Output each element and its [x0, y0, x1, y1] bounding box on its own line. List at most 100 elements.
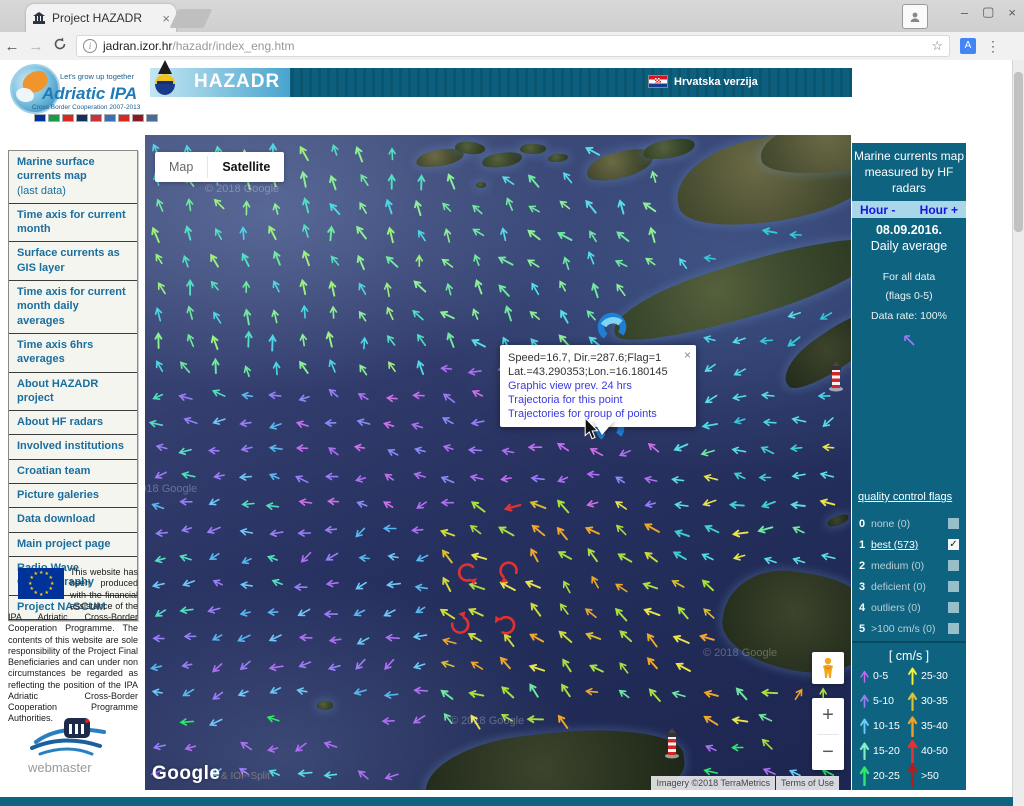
sidebar-item-daily-averages[interactable]: Time axis for current month daily averag… [9, 281, 137, 334]
panel-date: 08.09.2016. [852, 223, 966, 237]
forward-button[interactable]: → [24, 38, 48, 55]
tab-title: Project HAZADR [52, 11, 158, 25]
eu-disclaimer: ★★★★★★★★★★★★ This website has been produ… [8, 567, 138, 725]
sidebar-item-data-download[interactable]: Data download [9, 508, 137, 532]
page-scrollbar[interactable] [1012, 60, 1024, 806]
hour-minus-link[interactable]: Hour - [860, 203, 895, 217]
selected-point-marker [592, 307, 632, 347]
terms-of-use-link[interactable]: Terms of Use [776, 776, 839, 790]
favicon-icon [32, 11, 46, 25]
hour-plus-link[interactable]: Hour + [920, 203, 958, 217]
legend-row-0: 0-525-30 [852, 663, 966, 688]
legend-row-4: 20-25>50 [852, 763, 966, 788]
page-info-icon[interactable]: i [83, 39, 97, 53]
sidebar-item-croatian-team[interactable]: Croatian team [9, 460, 137, 484]
legend-arrow-icon [858, 669, 871, 683]
legend-row-2: 10-1535-40 [852, 713, 966, 738]
logo-subtitle: Cross Border Cooperation 2007-2013 [32, 104, 140, 111]
imagery-credit: Imagery ©2018 TerraMetrics [651, 776, 775, 790]
flag-row-5: 5>100 cm/s (0) [852, 618, 966, 639]
flag-checkbox-4[interactable] [948, 602, 959, 613]
flag-checkbox-1[interactable]: ✓ [948, 539, 959, 550]
mouse-cursor-icon [583, 418, 599, 440]
language-link: Hrvatska verzija [674, 76, 758, 88]
partner-credit: & IOF-Split [221, 771, 270, 782]
pegman-control[interactable] [812, 652, 844, 684]
url-field[interactable]: i jadran.izor.hr/hazadr/index_eng.htm ☆ [76, 35, 950, 57]
speed-legend: [ cm/s ] 0-525-30 5-1030-35 10-1535-40 1… [852, 641, 966, 792]
address-bar: ← → i jadran.izor.hr/hazadr/index_eng.ht… [0, 32, 1024, 61]
map-watermark: © 2018 Google [450, 715, 524, 727]
reload-icon [53, 37, 67, 51]
sidebar-menu: Marine surface currents map(last data) T… [8, 150, 138, 621]
profile-button[interactable] [902, 4, 928, 29]
sidebar-item-about-hf-radars[interactable]: About HF radars [9, 411, 137, 435]
logo-title: Adriatic IPA [42, 84, 137, 104]
sidebar-item-gis-layer[interactable]: Surface currents as GIS layer [9, 242, 137, 281]
scrollbar-thumb[interactable] [1014, 72, 1023, 232]
logo-tagline: Let's grow up together [60, 72, 134, 81]
map-attribution: Imagery ©2018 TerraMetrics Terms of Use [651, 776, 839, 790]
zoom-in-button[interactable]: + [812, 698, 844, 734]
popup-link-trajectoria[interactable]: Trajectoria for this point [508, 393, 688, 407]
reload-button[interactable] [48, 37, 72, 55]
sidebar-item-involved-institutions[interactable]: Involved institutions [9, 435, 137, 459]
legend-arrow-icon [906, 691, 919, 711]
quality-control-flags-link[interactable]: quality control flags [858, 491, 952, 503]
legend-title: [ cm/s ] [852, 649, 966, 663]
language-switch[interactable]: Hrvatska verzija [648, 75, 758, 88]
legend-arrow-icon [858, 741, 871, 760]
zoom-out-button[interactable]: − [812, 735, 844, 771]
country-flags [34, 114, 158, 122]
legend-arrow-icon [906, 763, 919, 788]
browser-menu-icon[interactable]: ⋮ [986, 38, 1000, 55]
info-window: × Speed=16.7, Dir.=287.6;Flag=1 Lat.=43.… [500, 345, 696, 427]
sidebar-item-about-hazadr[interactable]: About HAZADR project [9, 373, 137, 412]
map-type-control: Map Satellite [155, 152, 284, 182]
legend-row-3: 15-2040-50 [852, 738, 966, 763]
flag-checkbox-2[interactable] [948, 560, 959, 571]
minimize-button[interactable]: – [961, 5, 968, 20]
browser-tab-bar: Project HAZADR × – ▢ × [0, 0, 1024, 32]
maximize-button[interactable]: ▢ [982, 4, 994, 20]
sidebar-item-picture-galeries[interactable]: Picture galeries [9, 484, 137, 508]
adriatic-ipa-logo[interactable]: Let's grow up together Adriatic IPA Cros… [8, 62, 140, 128]
hour-navigation: Hour - Hour + [852, 201, 966, 218]
map-view-button[interactable]: Map [155, 152, 207, 182]
sidebar-item-6hrs-averages[interactable]: Time axis 6hrs averages [9, 334, 137, 373]
sidebar-item-marine-surface-currents[interactable]: Marine surface currents map(last data) [9, 151, 137, 204]
browser-tab[interactable]: Project HAZADR × [26, 4, 176, 32]
flag-checkbox-5[interactable] [948, 623, 959, 634]
close-window-button[interactable]: × [1008, 5, 1016, 20]
popup-link-graphic-view[interactable]: Graphic view prev. 24 hrs [508, 379, 688, 393]
translate-icon[interactable]: A [960, 38, 976, 54]
flag-best-link[interactable]: best (573) [871, 539, 948, 551]
map-canvas[interactable]: © 2018 Google © 2018 Google © 2018 Googl… [145, 135, 851, 790]
map-watermark: © 2018 Google [145, 483, 197, 495]
sidebar-item-time-axis-month[interactable]: Time axis for current month [9, 204, 137, 243]
back-button[interactable]: ← [0, 38, 24, 55]
flag-checkbox-3[interactable] [948, 581, 959, 592]
url-path: /hazadr/index_eng.htm [172, 39, 294, 53]
sidebar-item-sub: (last data) [17, 184, 129, 198]
legend-row-1: 5-1030-35 [852, 688, 966, 713]
pegman-icon [820, 657, 836, 679]
izor-logo [30, 712, 110, 760]
popup-close-icon[interactable]: × [684, 348, 691, 363]
zoom-control: + − [812, 698, 844, 770]
flag-checkbox-0[interactable] [948, 518, 959, 529]
bookmark-star-icon[interactable]: ☆ [931, 38, 943, 54]
google-logo[interactable]: Google [152, 763, 220, 785]
panel-info-data-rate: Data rate: 100% [852, 310, 966, 322]
satellite-view-button[interactable]: Satellite [208, 152, 284, 182]
legend-arrow-icon [858, 765, 871, 786]
popup-line-speed: Speed=16.7, Dir.=287.6;Flag=1 [508, 351, 688, 365]
webmaster-link[interactable]: webmaster [28, 760, 92, 775]
page-footer-bar [0, 797, 1013, 806]
croatian-flag-icon [648, 75, 668, 88]
sidebar-item-main-project-page[interactable]: Main project page [9, 533, 137, 557]
tab-close-icon[interactable]: × [162, 11, 170, 26]
legend-arrow-icon [906, 666, 919, 685]
legend-arrow-icon [858, 693, 871, 708]
new-tab-button[interactable] [170, 9, 213, 28]
